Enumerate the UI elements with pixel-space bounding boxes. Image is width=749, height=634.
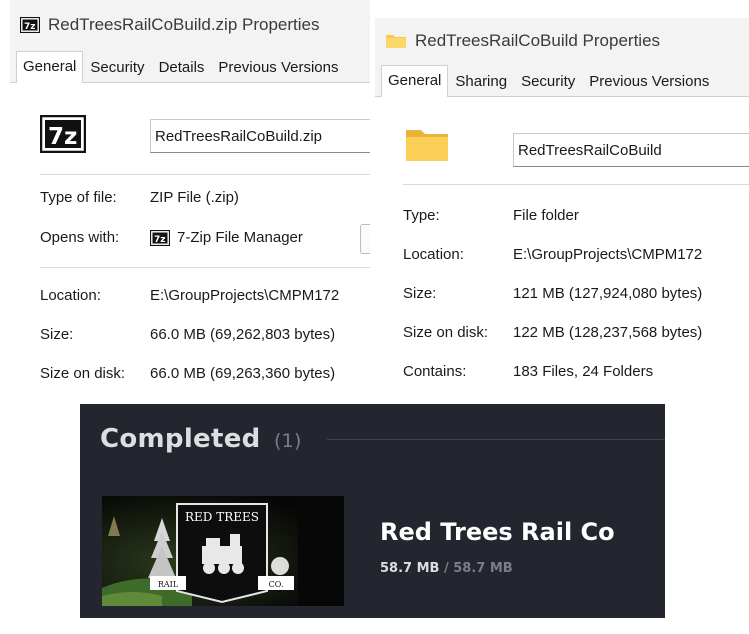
row-value: File folder [513, 207, 579, 224]
tab-strip: General Security Details Previous Versio… [10, 50, 370, 83]
completed-count: (1) [273, 430, 302, 452]
window-title: RedTreesRailCoBuild.zip Properties [48, 15, 320, 34]
divider [40, 267, 370, 268]
7zip-icon: 7z [39, 114, 87, 158]
file-name-field[interactable]: RedTreesRailCoBuild.zip [150, 119, 370, 153]
divider [327, 439, 665, 440]
size-on-disk-row: Size on disk: 122 MB (128,237,568 bytes) [403, 324, 702, 341]
title-bar: 7z RedTreesRailCoBuild.zip Properties [10, 0, 370, 50]
row-label: Location: [403, 246, 464, 263]
size-row: Size: 121 MB (127,924,080 bytes) [403, 285, 702, 302]
row-label: Type of file: [40, 189, 117, 206]
folder-icon [405, 127, 449, 168]
logo-text: CO. [269, 580, 284, 589]
row-label: Location: [40, 287, 101, 304]
7zip-icon: 7z [150, 229, 170, 246]
row-value: E:\GroupProjects\CMPM172 [150, 287, 340, 304]
svg-text:7z: 7z [154, 235, 166, 245]
row-label: Size: [40, 326, 74, 343]
zip-properties-window: 7z RedTreesRailCoBuild.zip Properties Ge… [10, 0, 370, 392]
tab-sharing[interactable]: Sharing [448, 66, 514, 96]
general-panel: 7z RedTreesRailCoBuild.zip Type of file:… [10, 83, 370, 392]
downloaded-amount: 58.7 MB [380, 561, 440, 576]
game-thumbnail[interactable]: RED TREES RAIL CO. [102, 496, 344, 606]
row-value: 66.0 MB (69,263,360 bytes) [150, 365, 336, 382]
row-value: E:\GroupProjects\CMPM172 [513, 246, 703, 263]
row-value: ZIP File (.zip) [150, 189, 239, 206]
download-size: 58.7 MB / 58.7 MB [380, 561, 513, 576]
title-bar: RedTreesRailCoBuild Properties [375, 18, 749, 64]
logo-text: RED TREES [185, 510, 259, 524]
row-label: Opens with: [40, 229, 120, 246]
size-separator: / [443, 561, 449, 576]
completed-label: Completed [100, 424, 261, 454]
steam-downloads-panel: Completed (1) RED TREES RAIL CO. Red Tre… [80, 404, 665, 618]
tab-general[interactable]: General [16, 51, 84, 83]
svg-text:7z: 7z [24, 22, 36, 32]
tab-security[interactable]: Security [83, 52, 151, 82]
location-row: Location: E:\GroupProjects\CMPM172 [403, 246, 702, 263]
row-value: 122 MB (128,237,568 bytes) [513, 324, 703, 341]
opens-with-app: 7-Zip File Manager [177, 229, 303, 246]
row-value: 66.0 MB (69,262,803 bytes) [150, 326, 336, 343]
row-label: Size on disk: [40, 365, 126, 382]
section-heading: Completed (1) [100, 424, 302, 454]
game-title[interactable]: Red Trees Rail Co [380, 518, 615, 546]
type-row: Type of file: ZIP File (.zip) [40, 189, 239, 206]
size-row: Size: 66.0 MB (69,262,803 bytes) [40, 326, 335, 343]
folder-properties-window: RedTreesRailCoBuild Properties General S… [375, 18, 749, 394]
general-panel: RedTreesRailCoBuild Type: File folder Lo… [375, 97, 749, 394]
contains-row: Contains: 183 Files, 24 Folders [403, 363, 653, 380]
tab-details[interactable]: Details [152, 52, 212, 82]
tab-general[interactable]: General [381, 65, 449, 97]
row-label: Type: [403, 207, 440, 224]
opens-with-row: Opens with: 7z 7-Zip File Manager [40, 229, 303, 246]
row-value: 183 Files, 24 Folders [513, 363, 654, 380]
change-button[interactable] [360, 224, 370, 254]
tab-previous-versions[interactable]: Previous Versions [211, 52, 345, 82]
folder-name-field[interactable]: RedTreesRailCoBuild [513, 133, 749, 167]
window-title: RedTreesRailCoBuild Properties [415, 31, 661, 50]
row-label: Contains: [403, 363, 467, 380]
size-on-disk-row: Size on disk: 66.0 MB (69,263,360 bytes) [40, 365, 335, 382]
row-label: Size on disk: [403, 324, 489, 341]
row-value: 7z 7-Zip File Manager [150, 229, 303, 246]
row-value: 121 MB (127,924,080 bytes) [513, 285, 703, 302]
location-row: Location: E:\GroupProjects\CMPM172 [40, 287, 339, 304]
total-size: 58.7 MB [453, 561, 513, 576]
type-row: Type: File folder [403, 207, 579, 224]
tab-previous-versions[interactable]: Previous Versions [582, 66, 716, 96]
tab-security[interactable]: Security [514, 66, 582, 96]
divider [403, 184, 749, 185]
svg-text:7z: 7z [48, 124, 77, 150]
tab-strip: General Sharing Security Previous Versio… [375, 64, 749, 97]
7zip-icon: 7z [20, 17, 40, 33]
folder-icon [385, 33, 407, 49]
logo-text: RAIL [158, 580, 179, 589]
row-label: Size: [403, 285, 437, 302]
divider [40, 174, 370, 175]
